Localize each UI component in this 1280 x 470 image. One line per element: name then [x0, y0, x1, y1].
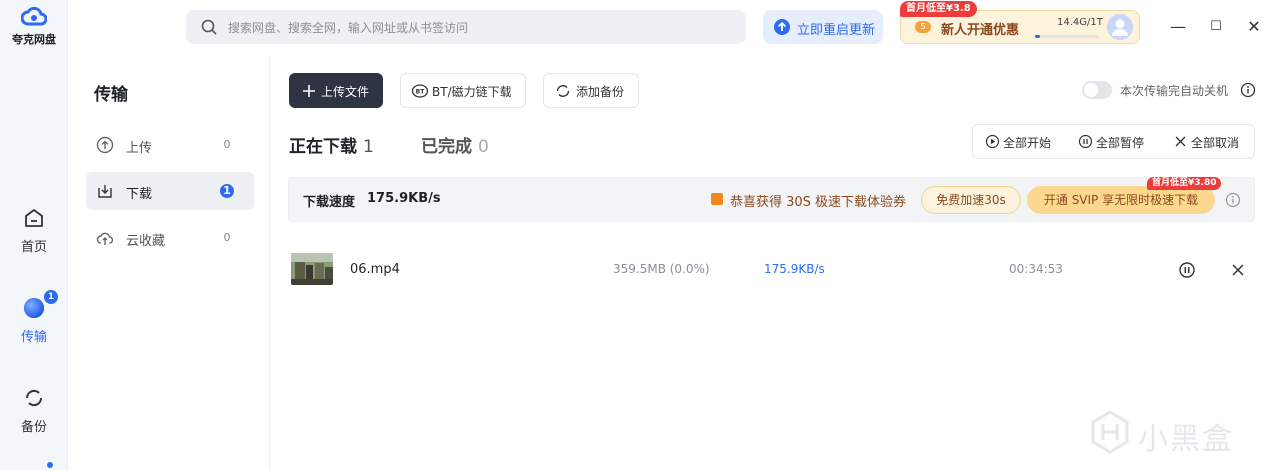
watermark: 小黑盒 — [1090, 410, 1250, 460]
bt-icon: BT — [411, 84, 429, 98]
speed-label: 下载速度 — [303, 195, 356, 210]
transfer-sidebar: 传输 上传 0 下载 1 云收藏 0 — [68, 56, 270, 470]
rail-item-transfer-label: 传输 — [20, 330, 47, 345]
free-boost-button[interactable]: 免费加速30s — [921, 186, 1021, 214]
side-item-cloud-collect-count: 0 — [223, 231, 231, 244]
transfer-icon — [24, 298, 44, 318]
user-icon — [1112, 19, 1128, 36]
restart-update-button[interactable]: 立即重启更新 — [763, 10, 883, 44]
transfer-badge: 1 — [44, 290, 58, 304]
pause-circle-icon[interactable] — [1178, 261, 1196, 279]
side-item-cloud-collect-label: 云收藏 — [126, 234, 166, 249]
close-icon — [1175, 136, 1186, 147]
bt-magnet-download-label: BT/磁力链下载 — [432, 85, 512, 99]
svg-text:BT: BT — [416, 89, 426, 96]
restart-update-label: 立即重启更新 — [797, 23, 876, 38]
nav-rail: 夸克网盘 首页 1 传输 备份 — [0, 0, 68, 470]
gift-coupon-icon — [711, 193, 723, 205]
top-bar: 搜索网盘、搜索全网，输入网址或从书签访问 立即重启更新 首月低至¥3.8 S 新… — [68, 0, 1280, 56]
coupon-text: 恭喜获得 30S 极速下载体验券 — [730, 195, 907, 210]
cancel-all-label: 全部取消 — [1191, 136, 1240, 150]
heybox-logo-icon — [1091, 410, 1129, 454]
promo-label: 新人开通优惠 — [941, 23, 1020, 38]
quark-cloud-icon — [20, 6, 48, 28]
search-placeholder: 搜索网盘、搜索全网，输入网址或从书签访问 — [228, 21, 469, 35]
table-row[interactable]: 06.mp4 359.5MB (0.0%) 175.9KB/s 00:34:53 — [288, 250, 1255, 290]
upload-file-label: 上传文件 — [321, 85, 370, 99]
add-backup-button[interactable]: 添加备份 — [543, 73, 639, 108]
download-icon — [98, 185, 112, 198]
home-icon — [25, 209, 43, 227]
tab-completed[interactable]: 已完成 0 — [421, 132, 489, 157]
file-speed: 175.9KB/s — [764, 262, 825, 276]
bulk-actions: 全部开始 全部暂停 全部取消 — [972, 124, 1255, 159]
pause-circle-icon — [1078, 134, 1093, 149]
time-remaining: 00:34:53 — [1009, 262, 1063, 276]
auto-shutdown-toggle[interactable] — [1082, 81, 1112, 99]
coin-icon: S — [915, 21, 931, 33]
download-speed-bar: 下载速度 175.9KB/s 恭喜获得 30S 极速下载体验券 免费加速30s … — [288, 177, 1255, 222]
tab-completed-count: 0 — [478, 137, 489, 157]
storage-quota-bar — [1035, 35, 1099, 38]
promo-price-tag: 首月低至¥3.8 — [900, 1, 977, 17]
bt-magnet-download-button[interactable]: BT BT/磁力链下载 — [400, 73, 526, 108]
play-circle-icon — [985, 134, 1000, 149]
tab-downloading-count: 1 — [363, 137, 374, 157]
close-icon[interactable] — [1229, 261, 1247, 279]
info-icon[interactable] — [1240, 82, 1256, 98]
add-backup-label: 添加备份 — [576, 85, 625, 99]
watermark-text: 小黑盒 — [1138, 422, 1234, 457]
start-all-label: 全部开始 — [1003, 136, 1052, 150]
info-icon[interactable] — [1225, 192, 1241, 208]
rail-item-home[interactable]: 首页 — [0, 206, 68, 255]
backup-sync-icon — [556, 85, 570, 97]
plus-icon — [303, 85, 315, 97]
tab-downloading-label: 正在下载 — [289, 137, 357, 157]
tab-downloading[interactable]: 正在下载 1 — [289, 132, 374, 157]
side-item-upload[interactable]: 上传 0 — [86, 126, 254, 164]
rail-item-backup-label: 备份 — [20, 420, 47, 435]
search-input[interactable]: 搜索网盘、搜索全网，输入网址或从书签访问 — [186, 10, 746, 44]
rail-item-backup[interactable]: 备份 — [0, 386, 68, 435]
side-item-download-label: 下载 — [126, 187, 153, 202]
side-item-download-count: 1 — [220, 184, 234, 198]
rail-item-transfer[interactable]: 1 传输 — [0, 290, 68, 345]
rail-item-home-label: 首页 — [20, 240, 47, 255]
svip-price-tag: 首月低至¥3.80 — [1147, 177, 1222, 190]
storage-quota: 14.4G/1T — [1057, 17, 1103, 28]
minimize-button[interactable]: — — [1165, 14, 1191, 40]
tab-completed-label: 已完成 — [421, 137, 472, 157]
video-thumbnail — [291, 253, 333, 285]
app-logo[interactable]: 夸克网盘 — [10, 6, 58, 47]
rail-notification-dot — [47, 462, 53, 468]
upgrade-arrow-icon — [774, 19, 790, 35]
side-item-cloud-collect[interactable]: 云收藏 0 — [86, 219, 254, 257]
auto-shutdown-label: 本次传输完自动关机 — [1120, 84, 1229, 98]
file-size: 359.5MB (0.0%) — [613, 262, 710, 276]
side-item-upload-count: 0 — [223, 138, 231, 151]
file-name: 06.mp4 — [350, 262, 400, 277]
cloud-collect-icon — [96, 232, 114, 245]
svip-upgrade-button[interactable]: 开通 SVIP 享无限时极速下载 — [1027, 186, 1215, 214]
speed-value: 175.9KB/s — [367, 191, 441, 206]
user-avatar[interactable] — [1107, 14, 1133, 40]
upload-file-button[interactable]: 上传文件 — [289, 73, 383, 108]
close-button[interactable]: ✕ — [1241, 14, 1267, 40]
search-icon — [201, 19, 217, 35]
backup-icon — [25, 389, 43, 407]
side-item-upload-label: 上传 — [126, 141, 153, 156]
maximize-button[interactable]: ☐ — [1203, 14, 1229, 40]
pause-all-label: 全部暂停 — [1096, 136, 1145, 150]
side-title: 传输 — [94, 85, 128, 105]
app-logo-text: 夸克网盘 — [12, 33, 56, 46]
side-item-download[interactable]: 下载 1 — [86, 172, 254, 210]
upload-icon — [96, 136, 114, 154]
